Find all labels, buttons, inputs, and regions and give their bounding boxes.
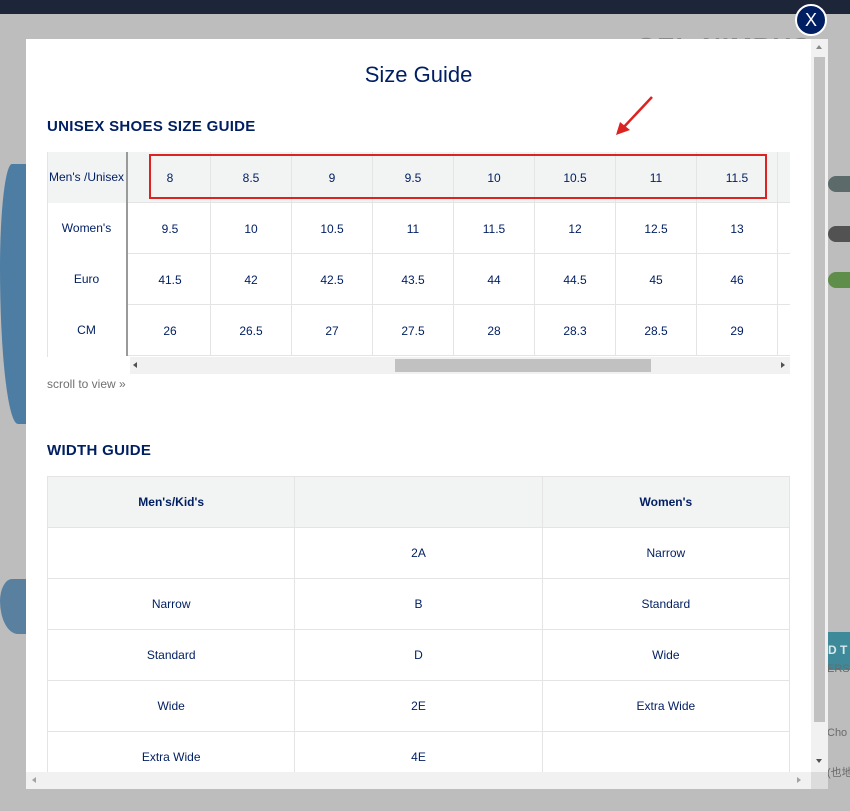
width-table-row: Wide 2E Extra Wide (46, 680, 791, 732)
size-cell: 28 (454, 305, 535, 356)
scroll-left-arrow-icon[interactable] (133, 362, 137, 368)
background-color-swatch (828, 176, 850, 192)
size-row-label: CM (47, 305, 128, 356)
width-guide-heading: WIDTH GUIDE (47, 442, 152, 459)
background-text: (也地 (827, 767, 850, 779)
width-table-row: 2A Narrow (46, 527, 791, 579)
size-cell: 26.5 (211, 305, 292, 356)
size-cell: 10 (211, 203, 292, 254)
size-cell: 41.5 (130, 254, 211, 305)
size-row-label: Women's (47, 203, 128, 254)
width-table-cell: B (294, 578, 543, 630)
width-table-cell: 2E (294, 680, 543, 732)
size-cell: 44 (454, 254, 535, 305)
size-cell: 10.5 (292, 203, 373, 254)
width-table-header-cell: Men's/Kid's (46, 476, 296, 528)
scroll-right-arrow-icon[interactable] (797, 777, 801, 783)
size-cell: 27.5 (373, 305, 454, 356)
modal-vertical-scrollbar[interactable] (811, 39, 828, 772)
size-cell: 43.5 (373, 254, 454, 305)
red-arrow-annotation (616, 96, 653, 135)
size-cell: 42.5 (292, 254, 373, 305)
width-table-cell: D (294, 629, 543, 681)
size-cell: 26 (130, 305, 211, 356)
size-cell: 13 (697, 203, 778, 254)
close-button[interactable]: X (795, 4, 827, 36)
size-table-row: Women's 9.5 10 10.5 11 11.5 12 12.5 13 (47, 203, 790, 254)
size-table-row: CM 26 26.5 27 27.5 28 28.3 28.5 29 (47, 305, 790, 356)
width-table: Men's/Kid's Women's 2A Narrow Narrow B Standar… (46, 476, 791, 783)
size-row-label-line: Euro (73, 272, 100, 286)
size-cell: 27 (292, 305, 373, 356)
width-table-cell: Wide (46, 680, 296, 732)
size-row-label-line: CM (77, 323, 96, 337)
modal-title: Size Guide (364, 62, 473, 87)
modal-scrollbar-thumb[interactable] (814, 57, 825, 722)
size-row-label: Men's / Unisex (47, 152, 128, 203)
width-table-cell: 2A (294, 527, 543, 579)
width-table-row: Narrow B Standard (46, 578, 791, 630)
size-table-horizontal-scrollbar[interactable] (130, 357, 790, 374)
width-table-cell: Narrow (541, 527, 791, 579)
size-cell: 11.5 (454, 203, 535, 254)
size-cell: 9.5 (130, 203, 211, 254)
scroll-up-arrow-icon[interactable] (816, 45, 822, 49)
size-row-label: Euro (47, 254, 128, 305)
size-row-label-line: Men's / (49, 170, 88, 184)
scroll-right-arrow-icon[interactable] (781, 362, 785, 368)
size-cell: 28.3 (535, 305, 616, 356)
size-table-border (47, 152, 48, 357)
width-table-cell (46, 527, 296, 579)
modal-horizontal-scrollbar[interactable] (26, 772, 811, 789)
size-cell: 42 (211, 254, 292, 305)
size-table-scrollbar-thumb[interactable] (395, 359, 651, 372)
background-text: ERS (827, 663, 850, 675)
width-table-cell: Extra Wide (541, 680, 791, 732)
background-color-swatch (828, 226, 850, 242)
width-table-header-row: Men's/Kid's Women's (46, 476, 791, 528)
size-row-label-line: Women's (61, 221, 112, 235)
scrollbar-corner (811, 772, 828, 789)
background-button-label: D T (828, 643, 848, 657)
size-cell: 11 (373, 203, 454, 254)
scroll-hint: scroll to view » (47, 377, 126, 391)
size-cell: 12.5 (616, 203, 697, 254)
size-cell: 45 (616, 254, 697, 305)
background-text: Cho (827, 727, 848, 739)
scroll-down-arrow-icon[interactable] (816, 759, 822, 763)
width-table-cell: Wide (541, 629, 791, 681)
size-guide-heading: UNISEX SHOES SIZE GUIDE (47, 118, 256, 135)
size-table-row: Euro 41.5 42 42.5 43.5 44 44.5 45 46 (47, 254, 790, 305)
size-row-label-line: Unisex (87, 170, 124, 184)
width-table-cell: Standard (46, 629, 296, 681)
highlight-box-annotation (149, 154, 767, 199)
size-cell: 29 (697, 305, 778, 356)
background-top-bar (0, 0, 850, 14)
width-table-header-cell (294, 476, 543, 528)
size-cell: 44.5 (535, 254, 616, 305)
size-cell: 28.5 (616, 305, 697, 356)
background-color-swatch (828, 272, 850, 288)
size-guide-modal: Size Guide UNISEX SHOES SIZE GUIDE Men's… (26, 39, 828, 789)
size-cell: 46 (697, 254, 778, 305)
width-table-header-cell: Women's (541, 476, 791, 528)
width-table-cell: Narrow (46, 578, 296, 630)
width-table-row: Standard D Wide (46, 629, 791, 681)
width-table-cell: Standard (541, 578, 791, 630)
scroll-left-arrow-icon[interactable] (32, 777, 36, 783)
size-cell: 12 (535, 203, 616, 254)
